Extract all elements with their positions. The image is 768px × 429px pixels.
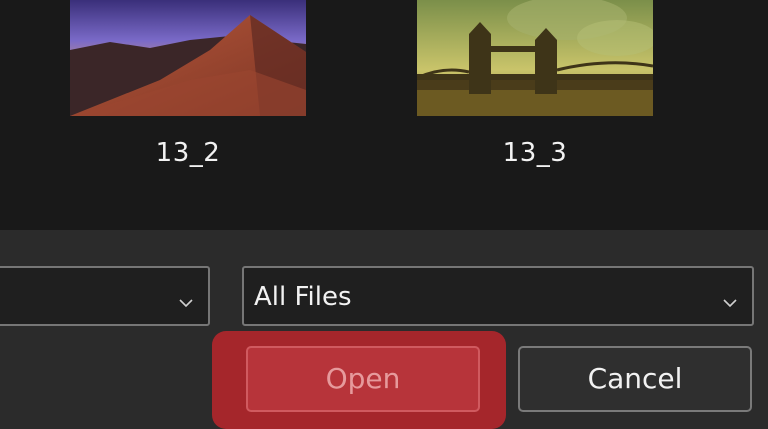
chevron-down-icon — [178, 288, 194, 308]
tower-bridge-thumbnail — [417, 0, 653, 116]
open-button[interactable]: Open — [246, 346, 480, 412]
file-type-value: All Files — [254, 282, 352, 312]
dialog-footer: All Files Open Cancel — [0, 230, 768, 429]
file-item-13-3[interactable]: 13_3 — [417, 0, 657, 200]
file-name-label: 13_2 — [155, 138, 221, 168]
file-grid: 13_2 13_3 — [0, 0, 768, 230]
file-name-label: 13_3 — [502, 138, 568, 168]
file-type-dropdown[interactable]: All Files — [242, 266, 754, 326]
file-name-dropdown[interactable] — [0, 266, 210, 326]
file-open-dialog: 13_2 13_3 All Files Open Cancel — [0, 0, 768, 429]
chevron-down-icon — [722, 288, 738, 308]
cancel-button[interactable]: Cancel — [518, 346, 752, 412]
file-item-13-2[interactable]: 13_2 — [70, 0, 310, 200]
desert-dune-thumbnail — [70, 0, 306, 116]
